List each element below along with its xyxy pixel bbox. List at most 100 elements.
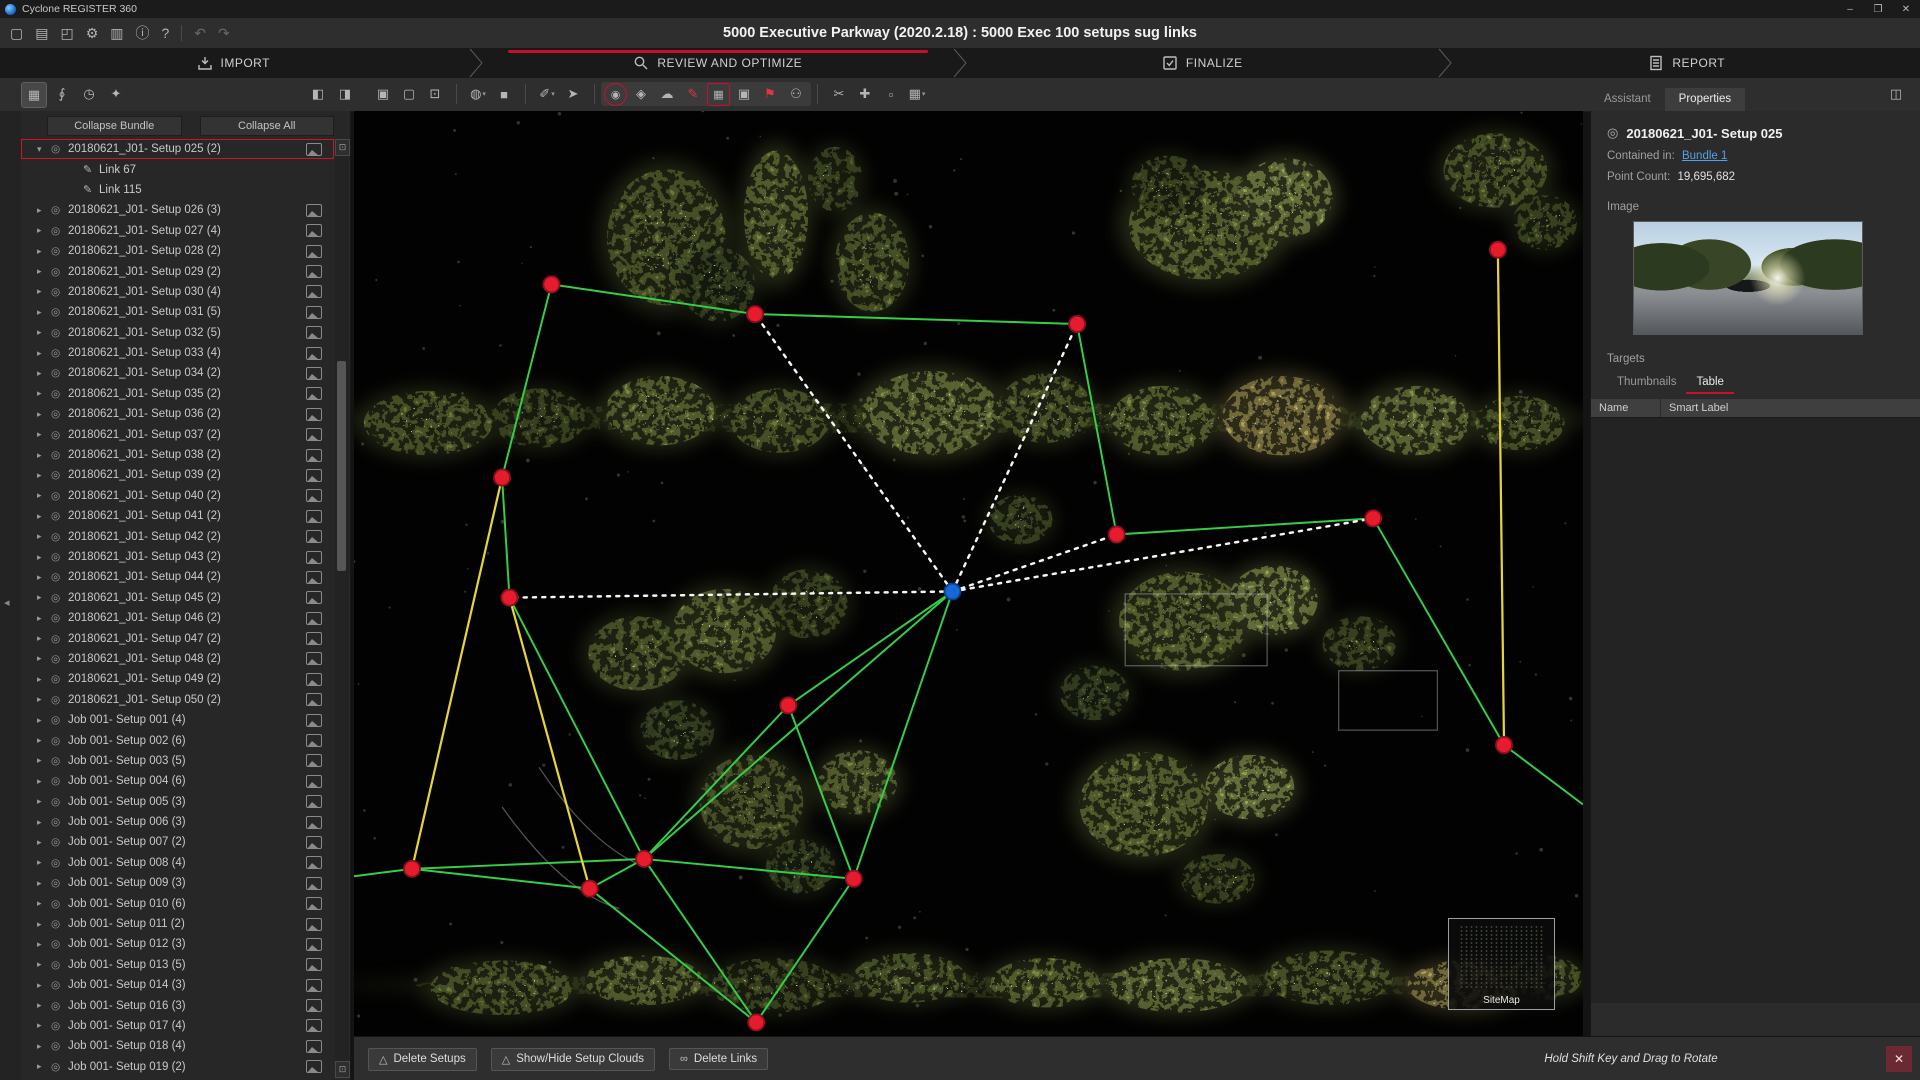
setup-node[interactable] [404, 861, 420, 877]
setup-node[interactable] [748, 1014, 764, 1030]
save-icon[interactable]: ◰ [60, 25, 73, 42]
frame-icon[interactable]: ▫ [879, 82, 903, 106]
expander-icon[interactable]: ▸ [37, 919, 51, 930]
tree-item[interactable]: ▸◎Job 001- Setup 013 (5) [21, 955, 334, 975]
tree-item[interactable]: ▸◎Job 001- Setup 007 (2) [21, 832, 334, 852]
undo-icon[interactable]: ↶ [194, 25, 206, 42]
tab-finalize[interactable]: FINALIZE [969, 48, 1436, 78]
panel-right-icon[interactable]: ◨ [333, 82, 357, 106]
tree-item[interactable]: ▸◎20180621_J01- Setup 037 (2) [21, 424, 334, 444]
expander-icon[interactable]: ▸ [37, 286, 51, 297]
measure-icon[interactable]: ✐▾ [535, 82, 559, 106]
expander-icon[interactable]: ▸ [37, 939, 51, 950]
expander-icon[interactable]: ▸ [37, 959, 51, 970]
sidebar-scrollbar[interactable]: ⊡ ⊡ [335, 139, 349, 1078]
expander-icon[interactable]: ▸ [37, 898, 51, 909]
setup-node[interactable] [494, 469, 510, 485]
expander-icon[interactable]: ▸ [37, 776, 51, 787]
select-cursor-icon[interactable]: ➤ [561, 82, 585, 106]
expander-icon[interactable]: ▸ [37, 735, 51, 746]
expander-icon[interactable]: ▸ [37, 1020, 51, 1031]
tree-item[interactable]: ▸◎20180621_J01- Setup 027 (4) [21, 221, 334, 241]
setup-node[interactable] [1365, 510, 1381, 526]
tab-properties[interactable]: Properties [1665, 88, 1745, 111]
expander-icon[interactable]: ▸ [37, 552, 51, 563]
expander-icon[interactable]: ▸ [37, 1000, 51, 1011]
zoom-region-icon[interactable]: ⊡ [423, 82, 447, 106]
tree-item[interactable]: ▸◎20180621_J01- Setup 050 (2) [21, 690, 334, 710]
redo-icon[interactable]: ↷ [218, 25, 230, 42]
tree-item[interactable]: ▸◎20180621_J01- Setup 026 (3) [21, 200, 334, 220]
bundle-link[interactable]: Bundle 1 [1682, 150, 1727, 162]
cube-icon[interactable]: ▢ [397, 82, 421, 106]
setup-node[interactable] [1490, 242, 1506, 258]
tree-item[interactable]: ▸◎20180621_J01- Setup 039 (2) [21, 465, 334, 485]
expander-icon[interactable]: ▸ [37, 225, 51, 236]
setup-node[interactable] [1069, 316, 1085, 332]
expander-icon[interactable]: ▸ [37, 531, 51, 542]
people-icon[interactable]: ⚇ [784, 82, 808, 106]
setup-link-yellow[interactable] [509, 598, 589, 889]
tree-item[interactable]: ▸◎20180621_J01- Setup 041 (2) [21, 506, 334, 526]
tree-item[interactable]: ▸◎Job 001- Setup 006 (3) [21, 812, 334, 832]
expander-icon[interactable]: ▸ [37, 1041, 51, 1052]
setup-node[interactable] [636, 851, 652, 867]
tree-item[interactable]: ▸◎20180621_J01- Setup 035 (2) [21, 384, 334, 404]
tree-item[interactable]: ▸◎Job 001- Setup 001 (4) [21, 710, 334, 730]
location-pin-icon[interactable]: ⚑ [758, 82, 782, 106]
target-icon[interactable]: ◉ [604, 83, 627, 106]
setup-link-green[interactable] [1504, 745, 1583, 804]
tree-item[interactable]: ▸◎20180621_J01- Setup 033 (4) [21, 343, 334, 363]
tree-link-item[interactable]: ✎Link 115 [21, 180, 334, 200]
tag-icon[interactable]: ◈ [629, 82, 653, 106]
setup-link-dashed[interactable] [952, 324, 1077, 591]
expander-icon[interactable]: ▸ [37, 450, 51, 461]
expander-icon[interactable]: ▸ [37, 409, 51, 420]
unlink-icon[interactable]: ✂ [827, 82, 851, 106]
expander-icon[interactable]: ▸ [37, 388, 51, 399]
show-hide-setup-clouds-button[interactable]: △Show/Hide Setup Clouds [491, 1048, 655, 1071]
paperclip-icon[interactable]: ∮ [50, 82, 74, 106]
tree-item[interactable]: ▸◎20180621_J01- Setup 048 (2) [21, 649, 334, 669]
tree-item[interactable]: ▸◎20180621_J01- Setup 043 (2) [21, 547, 334, 567]
collapse-all-button[interactable]: Collapse All [200, 116, 335, 136]
expander-icon[interactable]: ▸ [37, 857, 51, 868]
expander-icon[interactable]: ▸ [37, 592, 51, 603]
expander-icon[interactable]: ▸ [37, 572, 51, 583]
tree-item[interactable]: ▸◎Job 001- Setup 011 (2) [21, 914, 334, 934]
grid-view-icon[interactable]: ▦ [21, 82, 47, 108]
close-button[interactable]: ✕ [1892, 4, 1920, 15]
expander-icon[interactable]: ▸ [37, 246, 51, 257]
setup-node[interactable] [543, 276, 559, 292]
setup-link-yellow[interactable] [412, 478, 502, 869]
expander-icon[interactable]: ▸ [37, 653, 51, 664]
tree-item[interactable]: ▾◎20180621_J01- Setup 025 (2) [21, 139, 334, 159]
tree-item[interactable]: ▸◎Job 001- Setup 018 (4) [21, 1036, 334, 1056]
fill-square-icon[interactable]: ■ [492, 82, 516, 106]
globe-icon[interactable]: ◷ [77, 82, 101, 106]
image-icon[interactable]: ▦ [707, 83, 730, 106]
setup-link-green[interactable] [412, 869, 590, 889]
open-project-icon[interactable]: ▤ [35, 25, 48, 42]
collapse-panel-arrow-icon[interactable]: ◂ [4, 596, 10, 609]
tab-assistant[interactable]: Assistant [1590, 88, 1665, 111]
layout-panels-icon[interactable]: ◫ [1884, 82, 1908, 106]
tab-thumbnails[interactable]: Thumbnails [1607, 373, 1686, 394]
expander-icon[interactable]: ▸ [37, 796, 51, 807]
tab-report[interactable]: REPORT [1454, 48, 1920, 78]
setup-node[interactable] [1496, 737, 1512, 753]
selected-setup-node[interactable] [944, 583, 960, 599]
tree-item[interactable]: ▸◎20180621_J01- Setup 045 (2) [21, 588, 334, 608]
tree-item[interactable]: ▸◎Job 001- Setup 016 (3) [21, 995, 334, 1015]
panel-left-icon[interactable]: ◧ [306, 82, 330, 106]
sitemap-minimap[interactable]: SiteMap [1448, 918, 1555, 1010]
expander-icon[interactable]: ▸ [37, 490, 51, 501]
setup-node[interactable] [582, 881, 598, 897]
setup-node[interactable] [780, 697, 796, 713]
scroll-bottom-button[interactable]: ⊡ [335, 1061, 350, 1078]
tree-item[interactable]: ▸◎Job 001- Setup 004 (6) [21, 771, 334, 791]
expander-icon[interactable]: ▸ [37, 715, 51, 726]
settings-gear-icon[interactable]: ⚙ [86, 25, 99, 42]
expander-icon[interactable]: ▸ [37, 980, 51, 991]
expander-icon[interactable]: ▸ [37, 266, 51, 277]
